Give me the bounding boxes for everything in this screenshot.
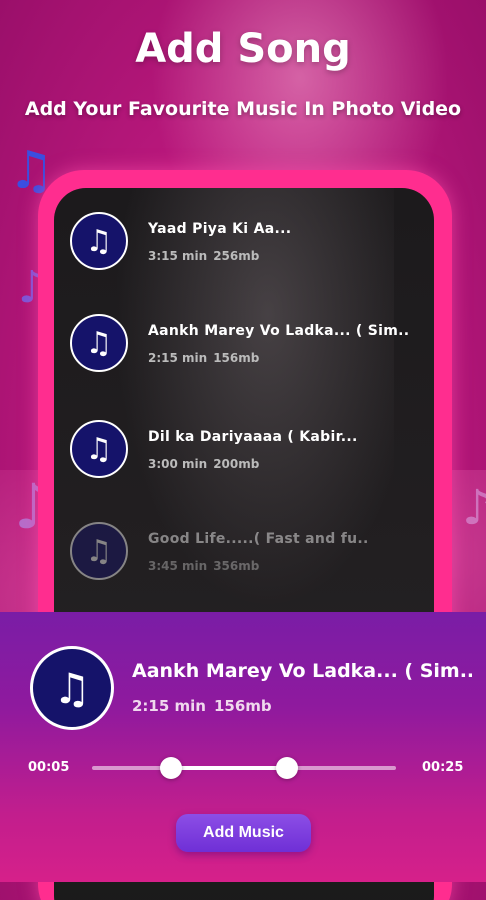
song-title: Yaad Piya Ki Aa... — [148, 221, 292, 237]
add-music-button[interactable]: Add Music — [176, 814, 311, 852]
music-note-icon: ♫ — [70, 420, 128, 478]
song-duration: 2:15 min — [148, 351, 208, 365]
trim-range-slider[interactable] — [92, 757, 396, 779]
music-note-icon: ♫ — [70, 212, 128, 270]
song-size: 200mb — [213, 457, 260, 471]
range-end-handle[interactable] — [275, 757, 298, 779]
list-item[interactable]: ♫ Dil ka Dariyaaaa ( Kabir... 3:00 min 20… — [70, 420, 430, 480]
list-item[interactable]: ♫ Aankh Marey Vo Ladka... ( Sim.. 2:15 m… — [70, 314, 430, 374]
song-duration: 3:45 min — [148, 559, 208, 573]
song-title: Aankh Marey Vo Ladka... ( Sim.. — [148, 323, 410, 339]
music-note-icon: ♫ — [70, 314, 128, 372]
song-size: 256mb — [213, 249, 260, 263]
end-time: 00:25 — [422, 760, 464, 775]
song-title: Dil ka Dariyaaaa ( Kabir... — [148, 429, 358, 445]
list-item[interactable]: ♫ Good Life.....( Fast and fu.. 3:45 min… — [70, 522, 430, 582]
song-meta: 3:15 min 256mb — [148, 249, 265, 263]
page-subtitle: Add Your Favourite Music In Photo Video — [24, 98, 462, 120]
music-note-icon: ♫ — [70, 522, 128, 580]
page-title: Add Song — [135, 26, 351, 72]
now-playing-meta: 2:15 min 156mb — [132, 697, 280, 715]
now-playing-size: 156mb — [213, 697, 272, 715]
song-duration: 3:00 min — [148, 457, 208, 471]
song-meta: 3:00 min 200mb — [148, 457, 265, 471]
music-note-icon: ♫ — [30, 646, 114, 730]
song-size: 156mb — [213, 351, 260, 365]
list-item[interactable]: ♫ Yaad Piya Ki Aa... 3:15 min 256mb — [70, 212, 430, 272]
song-title: Good Life.....( Fast and fu.. — [148, 531, 369, 547]
trim-range-fill — [171, 766, 287, 770]
song-meta: 2:15 min 156mb — [148, 351, 265, 365]
range-start-handle[interactable] — [160, 757, 183, 779]
song-meta: 3:45 min 356mb — [148, 559, 265, 573]
song-duration: 3:15 min — [148, 249, 208, 263]
now-playing-title: Aankh Marey Vo Ladka... ( Sim.. — [132, 660, 472, 682]
now-playing-duration: 2:15 min — [132, 697, 206, 715]
start-time: 00:05 — [28, 760, 70, 775]
eighth-note-icon: ♪ — [462, 480, 486, 536]
song-size: 356mb — [213, 559, 260, 573]
